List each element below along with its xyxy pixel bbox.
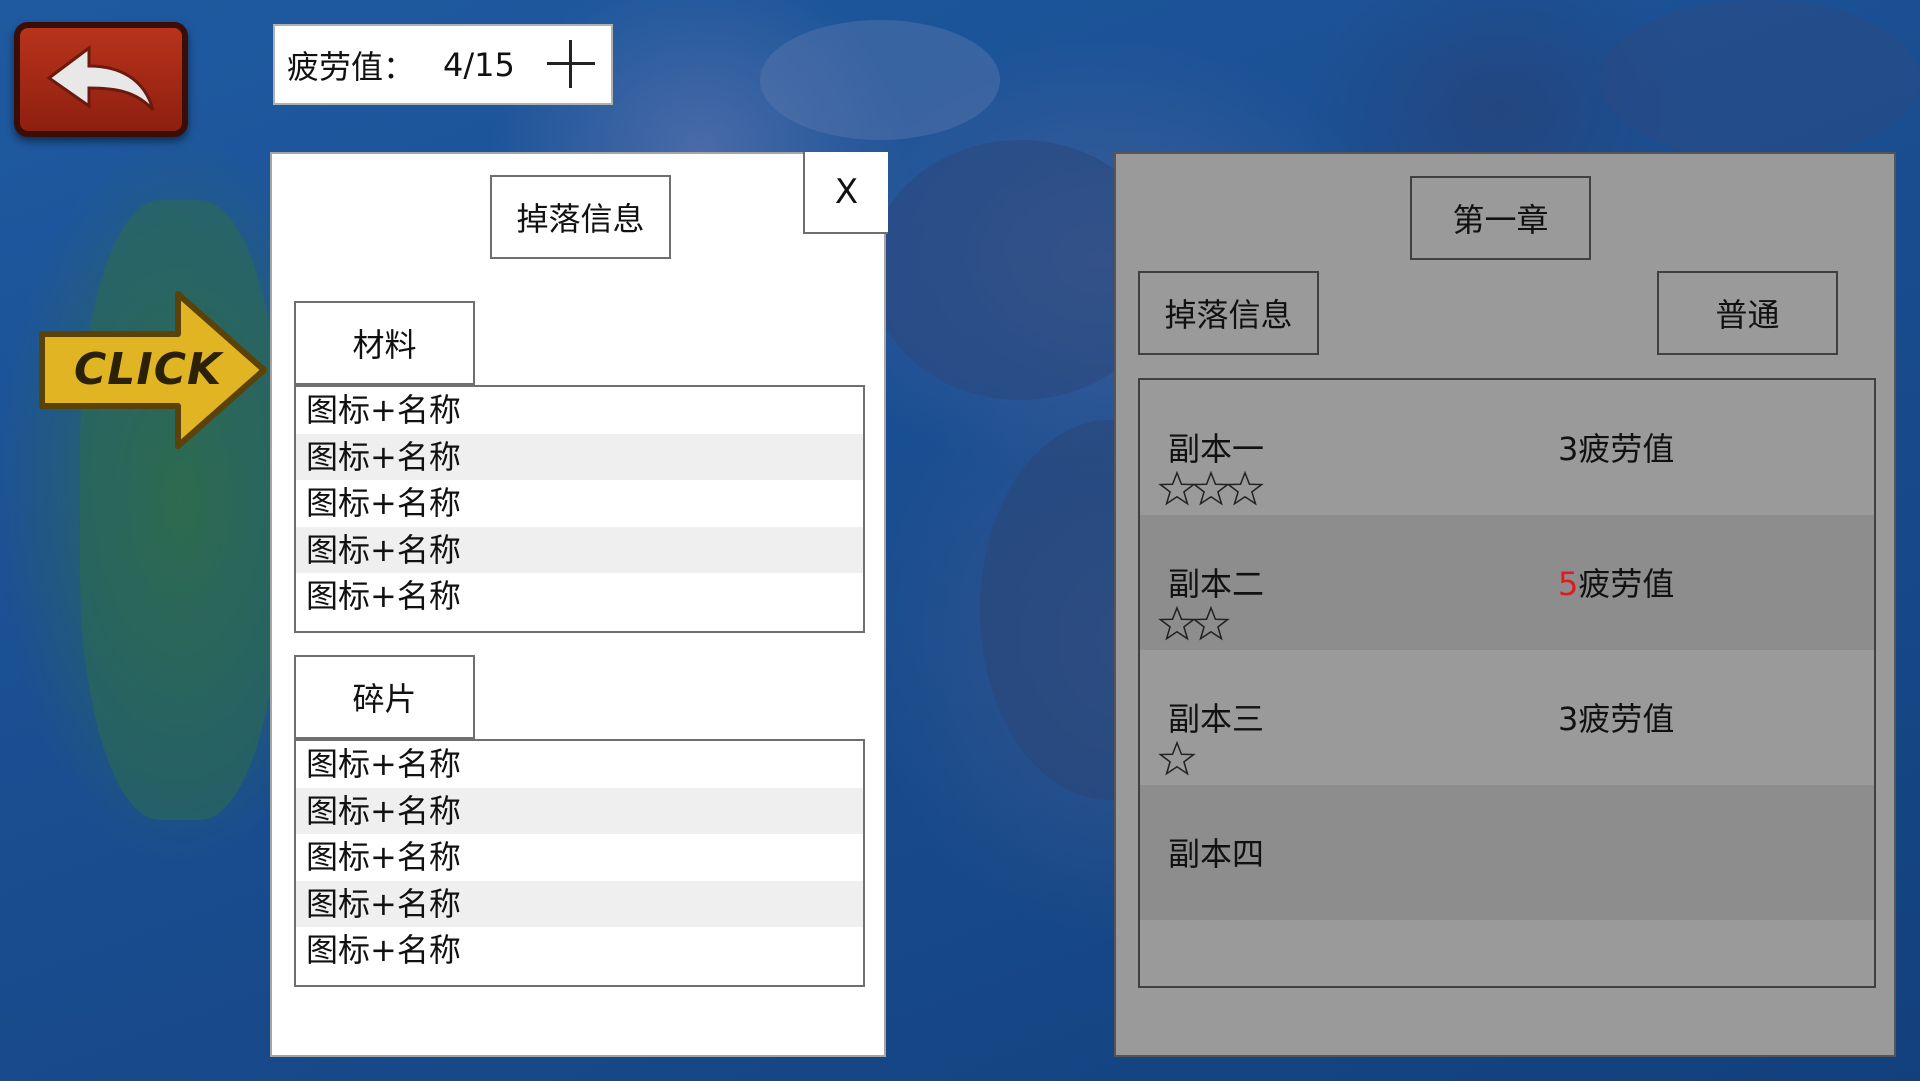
- fatigue-value: 4/15: [443, 45, 515, 84]
- list-item[interactable]: 图标+名称: [296, 480, 863, 527]
- stage-cost-number: 3: [1558, 700, 1579, 738]
- star-outline-icon: [1192, 470, 1230, 506]
- star-rating: [1158, 470, 1264, 508]
- drop-info-panel: 掉落信息 X 材料 图标+名称 图标+名称 图标+名称 图标+名称 图标+名称 …: [270, 152, 888, 1057]
- star-outline-icon: [1226, 470, 1264, 506]
- stage-name: 副本二: [1168, 565, 1265, 603]
- list-item[interactable]: 图标+名称: [296, 387, 863, 434]
- list-item[interactable]: 图标+名称: [296, 834, 863, 881]
- drop-info-title: 掉落信息: [490, 175, 671, 259]
- stage-name: 副本四: [1168, 835, 1265, 873]
- list-item[interactable]: 图标+名称: [296, 787, 863, 834]
- map-island-decor: [760, 20, 1000, 140]
- close-button[interactable]: X: [803, 152, 888, 234]
- stage-cost: 3疲劳值: [1558, 424, 1674, 470]
- stage-row[interactable]: 副本三 3疲劳值: [1140, 650, 1874, 785]
- star-rating: [1158, 605, 1230, 643]
- list-item[interactable]: 图标+名称: [296, 573, 863, 620]
- star-outline-icon: [1158, 470, 1196, 506]
- category-fragments-tab: 碎片: [294, 655, 475, 739]
- game-map-background: CLICK 疲劳值： 4/15 掉落信息 X 材料 图标+名称 图标+名称 图标…: [0, 0, 1920, 1081]
- materials-list: 图标+名称 图标+名称 图标+名称 图标+名称 图标+名称: [294, 385, 865, 633]
- star-outline-icon: [1158, 605, 1196, 641]
- star-outline-icon: [1158, 740, 1196, 776]
- add-fatigue-button[interactable]: [545, 38, 597, 90]
- list-item[interactable]: 图标+名称: [296, 927, 863, 974]
- stage-cost-number: 5: [1558, 565, 1579, 603]
- fatigue-display: 疲劳值： 4/15: [273, 24, 613, 105]
- list-item[interactable]: 图标+名称: [296, 880, 863, 927]
- stage-row[interactable]: 副本四: [1140, 785, 1874, 920]
- stage-cost-unit: 疲劳值: [1578, 565, 1675, 603]
- back-button[interactable]: [14, 22, 188, 137]
- stage-name: 副本三: [1168, 700, 1265, 738]
- stage-row[interactable]: 副本一 3疲劳值: [1140, 380, 1874, 515]
- stage-name: 副本一: [1168, 430, 1265, 468]
- chapter-title: 第一章: [1410, 176, 1591, 260]
- stage-cost-unit: 疲劳值: [1578, 700, 1675, 738]
- stage-list: 副本一 3疲劳值 副本二 5疲劳值 副本三 3疲劳值 副本四: [1138, 378, 1876, 988]
- back-arrow-icon: [46, 44, 155, 111]
- stage-cost: 3疲劳值: [1558, 694, 1674, 740]
- drop-info-button[interactable]: 掉落信息: [1138, 271, 1319, 355]
- star-outline-icon: [1192, 605, 1230, 641]
- chapter-panel: 第一章 掉落信息 普通 副本一 3疲劳值 副本二 5疲劳值 副本三 3疲劳值 副…: [1114, 152, 1896, 1057]
- stage-cost: 5疲劳值: [1558, 559, 1674, 605]
- list-item[interactable]: 图标+名称: [296, 433, 863, 480]
- fatigue-label: 疲劳值：: [287, 47, 416, 86]
- category-materials-tab: 材料: [294, 301, 475, 385]
- list-item[interactable]: 图标+名称: [296, 526, 863, 573]
- fragments-list: 图标+名称 图标+名称 图标+名称 图标+名称 图标+名称: [294, 739, 865, 987]
- stage-cost-unit: 疲劳值: [1578, 430, 1675, 468]
- click-label: CLICK: [74, 344, 223, 395]
- difficulty-mode-button[interactable]: 普通: [1657, 271, 1838, 355]
- stage-row[interactable]: 副本二 5疲劳值: [1140, 515, 1874, 650]
- list-item[interactable]: 图标+名称: [296, 741, 863, 788]
- map-island-decor: [1600, 0, 1920, 160]
- star-rating: [1158, 740, 1196, 778]
- stage-cost-number: 3: [1558, 430, 1579, 468]
